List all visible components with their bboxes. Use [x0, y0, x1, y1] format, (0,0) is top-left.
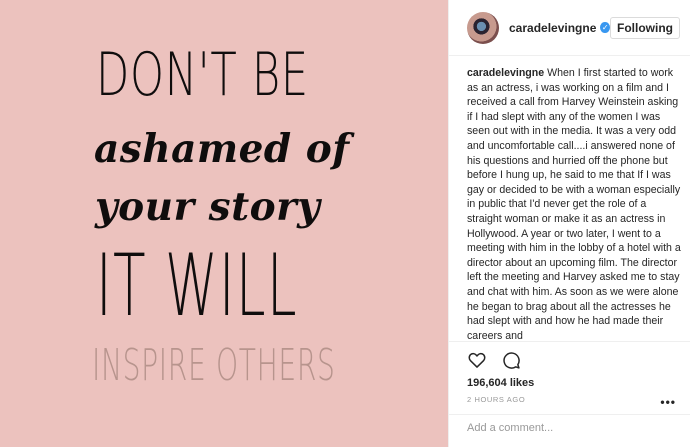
action-icons	[467, 350, 521, 370]
verified-badge-icon: ✓	[600, 22, 610, 33]
quote-graphic: DON'T BE ashamed of your story IT WILL I…	[0, 0, 448, 447]
heart-icon[interactable]	[467, 350, 487, 370]
comment-icon[interactable]	[501, 350, 521, 370]
post-timestamp: 2 HOURS AGO	[467, 395, 526, 404]
quote-line-3: your story	[95, 184, 321, 230]
post-actions: 196,604 likes 2 HOURS AGO •••	[449, 341, 690, 439]
post-header: caradelevingne ✓ Following	[449, 0, 690, 56]
comment-input[interactable]	[467, 422, 667, 434]
caption-text: When I first started to work as an actre…	[467, 67, 681, 341]
caption-username[interactable]: caradelevingne	[467, 67, 544, 79]
post-image[interactable]: DON'T BE ashamed of your story IT WILL I…	[0, 0, 448, 447]
username-link[interactable]: caradelevingne	[509, 21, 596, 35]
instagram-post: DON'T BE ashamed of your story IT WILL I…	[0, 0, 690, 447]
more-options-icon[interactable]: •••	[660, 395, 676, 409]
likes-count[interactable]: 196,604 likes	[467, 377, 534, 389]
quote-line-5: INSPIRE OTHERS	[92, 340, 336, 391]
quote-line-4: IT WILL	[96, 236, 298, 336]
post-sidebar: caradelevingne ✓ Following caradelevingn…	[448, 0, 690, 447]
quote-line-1: DON'T BE	[96, 40, 309, 110]
caption: caradelevingne When I first started to w…	[467, 66, 682, 341]
following-button[interactable]: Following	[610, 16, 680, 39]
avatar[interactable]	[467, 11, 499, 44]
comment-box	[449, 414, 690, 440]
quote-line-2: ashamed of	[94, 126, 350, 172]
